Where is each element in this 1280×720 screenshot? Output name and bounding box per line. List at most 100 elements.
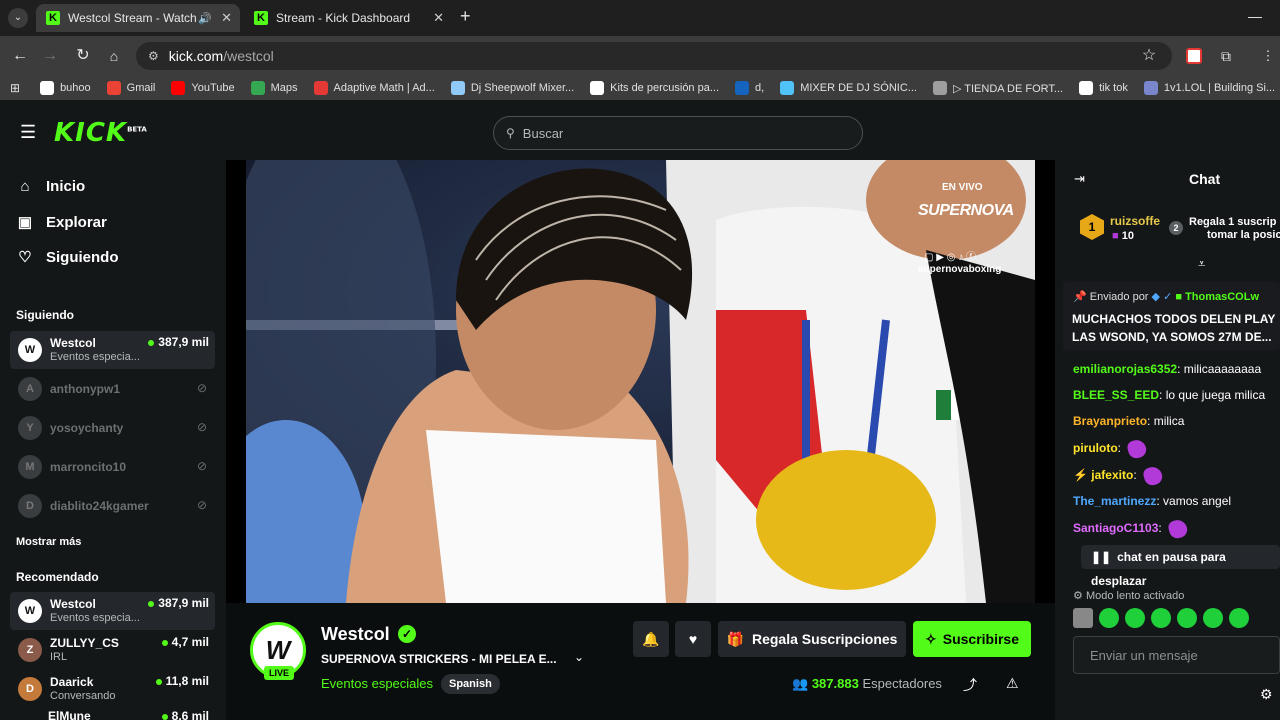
channel-name: yosoychanty <box>50 421 124 435</box>
gift-icon: ■ <box>1112 230 1119 242</box>
stream-category[interactable]: Eventos especiales <box>321 676 433 691</box>
overlay-live-text: EN VIVO <box>942 182 983 193</box>
following-channel-westcol[interactable]: W Westcol Eventos especia... 387,9 mil <box>10 331 215 369</box>
back-icon[interactable]: ← <box>10 46 30 66</box>
following-channel-diablito24kgamer[interactable]: D diablito24kgamer ⊘ <box>10 487 215 525</box>
emote-icon[interactable] <box>1177 608 1197 628</box>
bookmark-item[interactable]: MIXER DE DJ SÓNIC... <box>780 81 917 95</box>
emote-icon[interactable] <box>1073 608 1093 628</box>
channel-name: anthonypw1 <box>50 382 121 396</box>
close-tab-icon[interactable]: ✕ <box>433 10 444 26</box>
recommended-channel-zullyy[interactable]: Z ZULLYY_CS IRL 4,7 mil <box>10 631 215 669</box>
viewer-count-text: 387,9 mil <box>158 596 209 610</box>
streamer-name[interactable]: Westcol <box>321 624 390 645</box>
bookmark-label: Gmail <box>126 82 156 94</box>
sidebar-item-siguiendo[interactable]: ♡ Siguiendo <box>16 248 118 267</box>
chat-username[interactable]: BLEE_SS_EED <box>1073 388 1159 402</box>
video-frame[interactable]: EN VIVO SUPERNOVA ▢ ▶ ◎ ♪ ⓕ supernovabox… <box>246 160 1035 603</box>
bookmark-item[interactable]: Gmail <box>106 81 156 95</box>
pinned-text-line1: MUCHACHOS TODOS DELEN PLAY <box>1072 312 1276 326</box>
channel-category: Conversando <box>50 690 116 702</box>
chat-paused-banner[interactable]: ❚❚ chat en pausa para desplazar <box>1081 545 1280 588</box>
chat-text: milica <box>1153 414 1185 428</box>
bookmark-item[interactable]: 1v1.LOL | Building Si... <box>1143 81 1275 95</box>
browser-tab-dashboard[interactable]: K Stream - Kick Dashboard ✕ <box>244 4 452 32</box>
recommended-channel-daarick[interactable]: D Daarick Conversando 11,8 mil <box>10 670 215 708</box>
apps-grid-icon[interactable]: ⊞ <box>10 81 20 95</box>
search-input[interactable] <box>522 125 823 141</box>
chat-message: emilianorojas6352: milicaaaaaaaa <box>1073 362 1262 376</box>
collapse-chat-icon[interactable]: ⇥ <box>1074 171 1085 187</box>
forward-icon[interactable]: → <box>40 46 60 66</box>
home-browser-icon[interactable]: ⌂ <box>104 46 124 66</box>
chat-username[interactable]: SantiagoC1103 <box>1073 521 1158 535</box>
extensions-puzzle-icon[interactable]: ⧉ <box>1216 46 1236 66</box>
gift-icon: 🎁 <box>726 630 744 647</box>
show-more-link[interactable]: Mostrar más <box>16 536 81 548</box>
bookmark-item[interactable]: Maps <box>250 81 298 95</box>
recommended-channel-westcol[interactable]: W Westcol Eventos especia... 387,9 mil <box>10 592 215 630</box>
search-box[interactable]: ⚲ <box>493 116 863 150</box>
address-bar[interactable]: ⚙ kick.com/westcol <box>136 42 1172 70</box>
chevron-down-icon[interactable]: ⌄ <box>574 650 584 664</box>
chat-username[interactable]: jafexito <box>1091 468 1133 482</box>
following-channel-yosoychanty[interactable]: Y yosoychanty ⊘ <box>10 409 215 447</box>
url-host: kick.com <box>168 48 224 64</box>
close-tab-icon[interactable]: ✕ <box>221 10 232 26</box>
pinned-message[interactable]: 📌 Enviado por ◆ ✓ ■ ThomasCOLw MUCHACHOS… <box>1063 282 1280 350</box>
bookmark-item[interactable]: Dj Sheepwolf Mixer... <box>450 81 574 95</box>
emote-icon[interactable] <box>1229 608 1249 628</box>
site-info-icon[interactable]: ⚙ <box>148 49 159 63</box>
channel-name: Westcol <box>50 336 96 350</box>
viewer-count: 11,8 mil <box>155 674 209 688</box>
follow-heart-button[interactable]: ♥ <box>675 621 711 657</box>
nav-label: Inicio <box>46 178 86 195</box>
sidebar-item-inicio[interactable]: ⌂ Inicio <box>16 178 85 195</box>
emote-icon[interactable] <box>1099 608 1119 628</box>
share-icon[interactable]: ⤴ <box>963 675 977 695</box>
kick-logo[interactable]: KICKBETA <box>54 118 147 148</box>
gift-prompt-line1: Regala 1 suscrip <box>1189 216 1277 228</box>
bookmark-item[interactable]: buhoo <box>40 81 91 95</box>
bookmark-item[interactable]: Kits de percusión pa... <box>590 81 719 95</box>
subscribe-button[interactable]: ✧ Suscribirse <box>913 621 1031 657</box>
emote-icon[interactable] <box>1151 608 1171 628</box>
chat-message-input[interactable] <box>1073 636 1280 674</box>
following-channel-marroncito10[interactable]: M marroncito10 ⊘ <box>10 448 215 486</box>
chat-username[interactable]: The_martinezz <box>1073 494 1156 508</box>
chat-settings-gear-icon[interactable]: ⚙ <box>1260 686 1273 703</box>
sidebar-item-explorar[interactable]: ▣ Explorar <box>16 213 107 232</box>
following-channel-anthonypw1[interactable]: A anthonypw1 ⊘ <box>10 370 215 408</box>
minimize-icon[interactable]: — <box>1248 8 1262 24</box>
chat-username[interactable]: piruloto <box>1073 441 1118 455</box>
extension-icon[interactable] <box>1186 48 1202 64</box>
bookmark-item[interactable]: tik tok <box>1079 81 1128 95</box>
language-badge[interactable]: Spanish <box>441 674 500 694</box>
bookmark-item[interactable]: Adaptive Math | Ad... <box>313 81 435 95</box>
notification-bell-button[interactable]: 🔔 <box>633 621 669 657</box>
profile-icon[interactable]: ⋮ <box>1258 46 1278 66</box>
browser-tab-westcol[interactable]: K Westcol Stream - Watch Liv 🔊 ✕ <box>36 4 240 32</box>
channel-category: Eventos especia... <box>50 351 140 363</box>
top-gifter-name[interactable]: ruizsoffe <box>1110 214 1160 228</box>
expand-gifters-icon[interactable]: ⩡ <box>1198 256 1205 272</box>
emote-icon[interactable] <box>1125 608 1145 628</box>
recommended-channel-elmune[interactable]: ElMune 8,6 mil <box>10 709 215 720</box>
speaker-icon[interactable]: 🔊 <box>198 12 212 25</box>
tab-search-button[interactable]: ⌄ <box>8 8 28 28</box>
gift-subscriptions-button[interactable]: 🎁 Regala Suscripciones <box>718 621 906 657</box>
chat-username[interactable]: Brayanprieto <box>1073 414 1147 428</box>
report-warning-icon[interactable]: ⚠ <box>1006 675 1019 692</box>
reload-icon[interactable]: ↻ <box>73 46 93 66</box>
new-tab-button[interactable]: + <box>460 6 471 27</box>
emote-icon[interactable] <box>1203 608 1223 628</box>
bell-icon: 🔔 <box>642 630 660 647</box>
tab-title: Westcol Stream - Watch Liv <box>68 11 198 25</box>
bookmark-item[interactable]: YouTube <box>171 81 235 95</box>
bookmark-item[interactable]: d, <box>735 81 764 95</box>
menu-hamburger-icon[interactable]: ☰ <box>20 122 36 143</box>
chat-username[interactable]: emilianorojas6352 <box>1073 362 1177 376</box>
offline-icon: ⊘ <box>196 420 207 434</box>
bookmark-item[interactable]: ▷ TIENDA DE FORT... <box>932 81 1063 95</box>
bookmark-star-icon[interactable]: ☆ <box>1139 46 1159 66</box>
